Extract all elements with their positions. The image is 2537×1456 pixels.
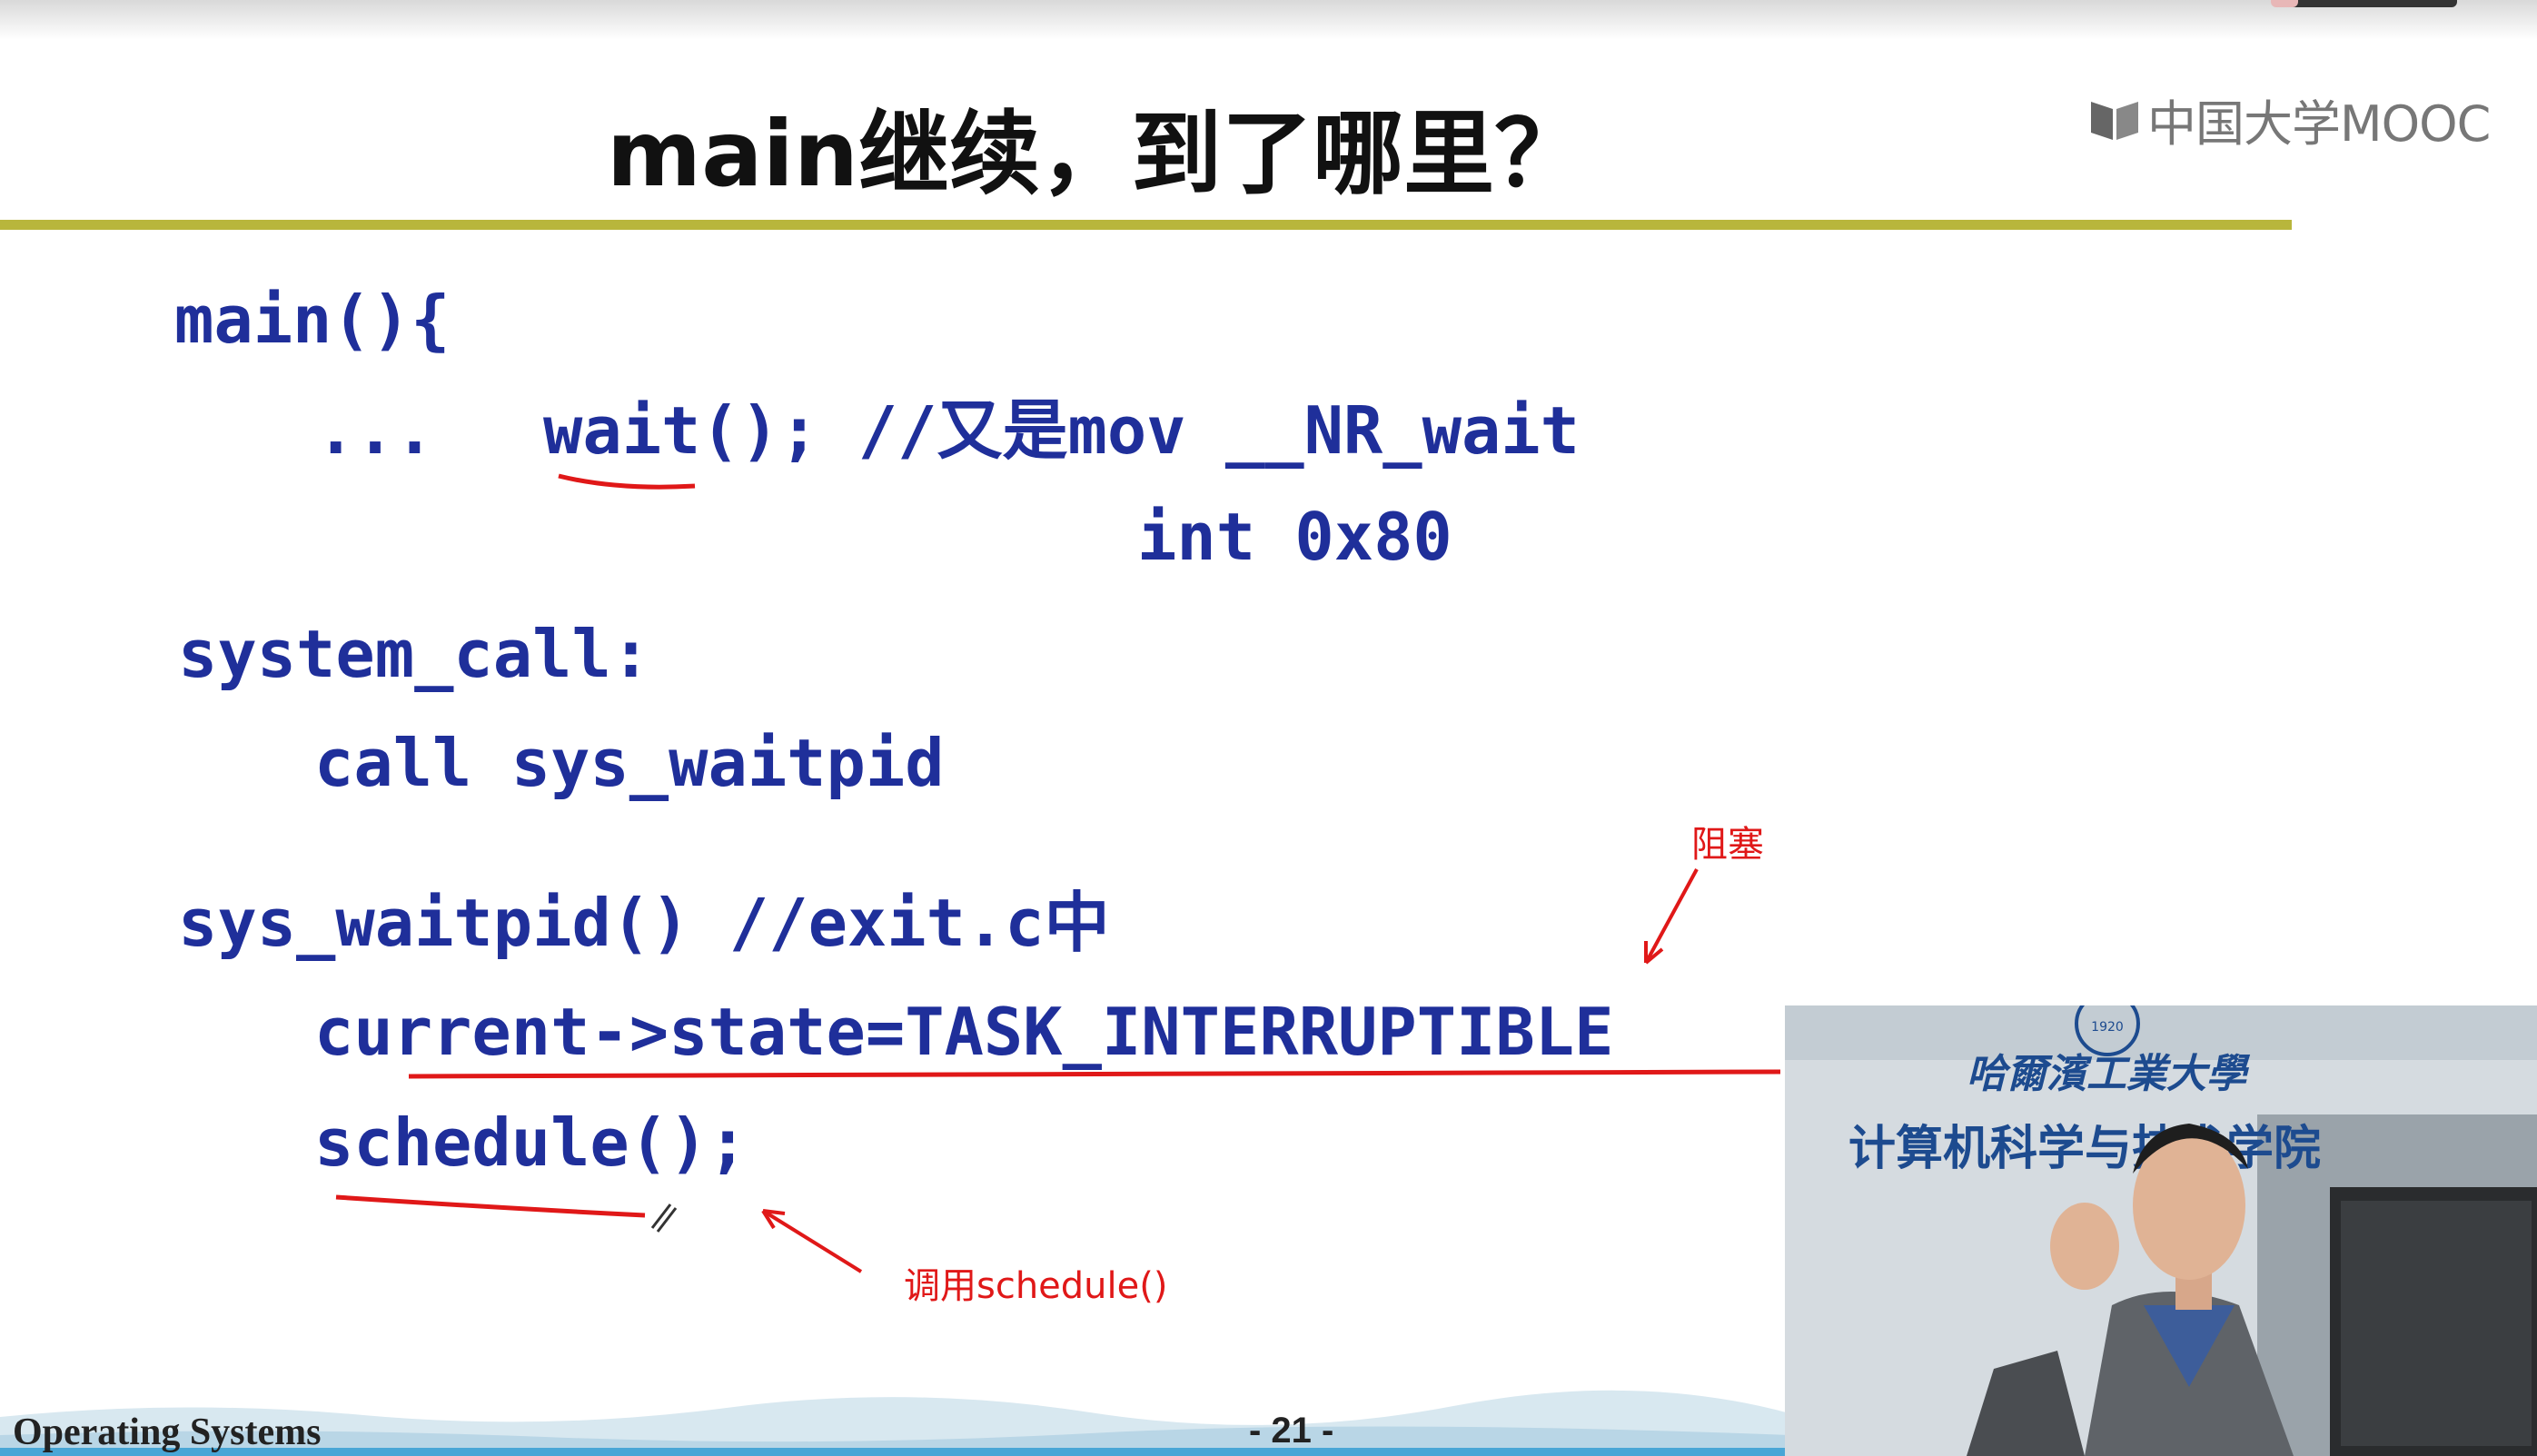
state-underline bbox=[408, 1069, 1781, 1079]
svg-text:1920: 1920 bbox=[2091, 1020, 2124, 1035]
wall-text-university: 哈爾濱工業大學 bbox=[1967, 1051, 2251, 1097]
footer-page-number: - 21 - bbox=[1249, 1411, 1334, 1451]
blocked-arrow bbox=[1644, 868, 1699, 964]
wait-underline bbox=[558, 473, 696, 490]
lecturer-video[interactable]: 1920 哈爾濱工業大學 计算机科学与技术学院 bbox=[1785, 1005, 2537, 1456]
video-frame: 1920 哈爾濱工業大學 计算机科学与技术学院 bbox=[1785, 1005, 2537, 1456]
footer-course: Operating Systems bbox=[13, 1411, 322, 1453]
annotation-call-schedule: 调用schedule() bbox=[904, 1265, 1168, 1307]
schedule-arrow bbox=[761, 1209, 863, 1273]
pen-cursor-icon bbox=[650, 1203, 678, 1233]
wall-text-department: 计算机科学与技术学院 bbox=[1848, 1122, 2321, 1176]
schedule-underline bbox=[335, 1194, 646, 1218]
annotation-blocked: 阻塞 bbox=[1691, 824, 1764, 866]
